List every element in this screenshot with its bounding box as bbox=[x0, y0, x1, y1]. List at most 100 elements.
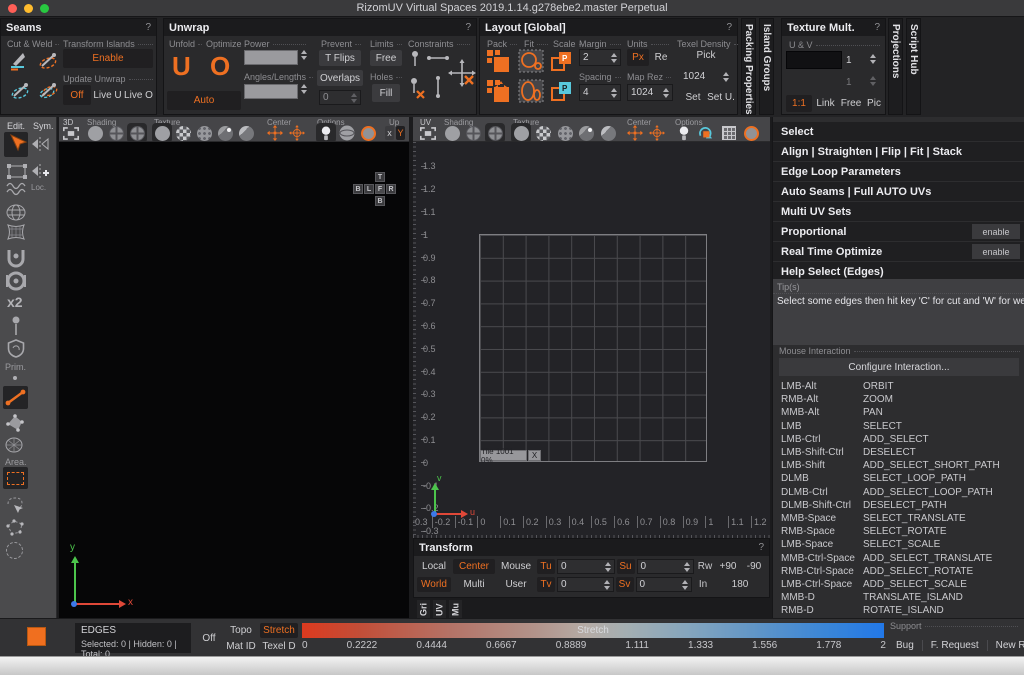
angles-lengths-input[interactable] bbox=[244, 84, 298, 99]
realtime-enable-button[interactable]: enable bbox=[972, 244, 1020, 259]
sv-spinner[interactable]: 0 bbox=[636, 577, 693, 592]
fit-button[interactable] bbox=[518, 49, 544, 76]
overlaps-threshold-spinner[interactable]: 0 bbox=[319, 90, 361, 105]
mat-id-button[interactable]: Mat ID bbox=[224, 639, 258, 654]
marquee-tool-icon[interactable] bbox=[6, 163, 28, 183]
power-input[interactable] bbox=[244, 50, 298, 65]
fill-button[interactable]: Fill bbox=[372, 84, 400, 102]
clear-constraints-icon[interactable] bbox=[448, 59, 476, 90]
shading-wire-icon[interactable] bbox=[465, 125, 481, 141]
brush-deform-icon[interactable] bbox=[6, 182, 28, 200]
texel-set-button[interactable]: Set bbox=[681, 89, 705, 105]
pin-tool-icon[interactable] bbox=[10, 315, 22, 340]
center-all-icon[interactable] bbox=[649, 125, 665, 141]
point-primitive-button[interactable] bbox=[13, 376, 17, 380]
shading-flat-icon[interactable] bbox=[87, 125, 103, 141]
texture-dots-icon[interactable] bbox=[557, 125, 573, 141]
navcube-left[interactable]: L bbox=[364, 184, 374, 194]
u-stepper[interactable] bbox=[870, 54, 876, 64]
free-mult-button[interactable]: Free bbox=[838, 95, 864, 112]
pillow-grid-icon[interactable] bbox=[6, 223, 26, 244]
topo-button[interactable]: Topo bbox=[224, 623, 258, 638]
close-window-button[interactable] bbox=[8, 4, 17, 13]
help-icon[interactable]: ? bbox=[726, 22, 732, 33]
texture-none-icon[interactable] bbox=[154, 125, 170, 141]
unpin-constraint-icon[interactable] bbox=[408, 77, 426, 102]
link-button[interactable]: Link bbox=[813, 95, 838, 112]
section-header[interactable]: Multi UV Sets bbox=[773, 202, 1024, 221]
space-local-button[interactable]: Local bbox=[417, 559, 451, 574]
pack-plus-button[interactable] bbox=[486, 79, 510, 106]
texel-d-button[interactable]: Texel D bbox=[260, 639, 298, 654]
map-rez-spinner[interactable]: 1024 bbox=[627, 84, 673, 101]
vertical-tab[interactable]: Packing Properties bbox=[741, 18, 756, 115]
edge-vertical-constraint-icon[interactable] bbox=[434, 75, 442, 102]
center-selection-icon[interactable] bbox=[627, 125, 643, 141]
power-stepper[interactable] bbox=[301, 50, 307, 60]
help-icon[interactable]: ? bbox=[465, 22, 471, 33]
light-toggle-icon[interactable] bbox=[676, 125, 692, 141]
units-re-button[interactable]: Re bbox=[651, 49, 671, 66]
ratio-1-1-button[interactable]: 1:1 bbox=[786, 95, 812, 112]
pivot-mouse-button[interactable]: Mouse bbox=[497, 559, 535, 574]
edge-color-swatch[interactable] bbox=[27, 627, 46, 646]
navcube-bottom[interactable]: B bbox=[375, 196, 385, 206]
pivot-center-button[interactable]: Center bbox=[453, 559, 495, 574]
section-header[interactable]: Edge Loop Parameters bbox=[773, 162, 1024, 181]
texture-image-lit-icon[interactable] bbox=[217, 125, 233, 141]
proportional-enable-button[interactable]: enable bbox=[972, 224, 1020, 239]
grid-toggle-icon[interactable] bbox=[721, 125, 737, 141]
vertical-tab[interactable]: Island Groups bbox=[759, 18, 774, 115]
up-axis-y-button[interactable]: Y bbox=[396, 126, 405, 140]
section-header[interactable]: Align | Straighten | Flip | Fit | Stack bbox=[773, 142, 1024, 161]
rotate-minus90-button[interactable]: -90 bbox=[742, 559, 766, 574]
rotate-plus90-button[interactable]: +90 bbox=[716, 559, 740, 574]
auto-unwrap-button[interactable]: Auto bbox=[167, 91, 241, 110]
pic-button[interactable]: Pic bbox=[864, 95, 884, 112]
pivot-multi-button[interactable]: Multi bbox=[453, 577, 495, 592]
texel-pick-button[interactable]: Pick bbox=[681, 47, 731, 64]
unfold-icon[interactable]: U bbox=[172, 51, 191, 82]
t-flips-button[interactable]: T Flips bbox=[319, 50, 361, 66]
frame-view-icon[interactable] bbox=[420, 125, 436, 141]
free-button[interactable]: Free bbox=[370, 50, 402, 66]
maximize-window-button[interactable] bbox=[40, 4, 49, 13]
navcube-front[interactable]: F bbox=[375, 184, 385, 194]
section-header[interactable]: Select bbox=[773, 122, 1024, 141]
support-link[interactable]: F. Request bbox=[922, 640, 987, 651]
tu-spinner[interactable]: 0 bbox=[557, 559, 615, 574]
shading-wire-icon[interactable] bbox=[108, 125, 124, 141]
texture-image-lit-icon[interactable] bbox=[578, 125, 594, 141]
select-tool-button[interactable] bbox=[4, 132, 28, 157]
rotation-lock-icon[interactable] bbox=[697, 125, 713, 141]
space-world-button[interactable]: World bbox=[417, 577, 451, 592]
texture-image-icon[interactable] bbox=[238, 125, 254, 141]
vertical-tab[interactable]: Projections bbox=[888, 18, 903, 115]
texel-set-u-button[interactable]: Set U. bbox=[707, 89, 735, 105]
texture-dots-icon[interactable] bbox=[196, 125, 212, 141]
cut-selected-icon[interactable] bbox=[9, 81, 31, 104]
su-spinner[interactable]: 0 bbox=[637, 559, 695, 574]
circle-select-button[interactable] bbox=[6, 542, 23, 559]
support-link[interactable]: New Release bbox=[987, 640, 1024, 651]
cut-tool-icon[interactable] bbox=[9, 51, 31, 74]
optimize-brackets-icon[interactable] bbox=[5, 271, 27, 294]
sv-chip[interactable]: Sv bbox=[616, 577, 634, 592]
rotate-180-button[interactable]: 180 bbox=[714, 577, 766, 592]
ellipsoid-display-icon[interactable] bbox=[339, 125, 355, 141]
angles-lengths-stepper[interactable] bbox=[301, 84, 307, 94]
help-icon[interactable]: ? bbox=[758, 542, 764, 553]
texture-none-icon[interactable] bbox=[513, 125, 529, 141]
lasso-select-icon[interactable] bbox=[5, 495, 25, 517]
tile-close-button[interactable]: X bbox=[528, 450, 541, 461]
tv-spinner[interactable]: 0 bbox=[557, 577, 614, 592]
help-icon[interactable]: ? bbox=[145, 22, 151, 33]
up-axis-x-button[interactable]: x bbox=[385, 126, 394, 140]
scale-texel-button[interactable]: P bbox=[550, 79, 574, 106]
uv-bottom-tab[interactable]: Mu bbox=[449, 600, 462, 619]
symmetry-local-icon[interactable] bbox=[31, 163, 49, 182]
minimize-window-button[interactable] bbox=[24, 4, 33, 13]
pivot-user-button[interactable]: User bbox=[497, 577, 535, 592]
margin-spinner[interactable]: 2 bbox=[579, 49, 621, 66]
viewport-3d-canvas[interactable]: T B L F R B y x bbox=[59, 142, 409, 618]
